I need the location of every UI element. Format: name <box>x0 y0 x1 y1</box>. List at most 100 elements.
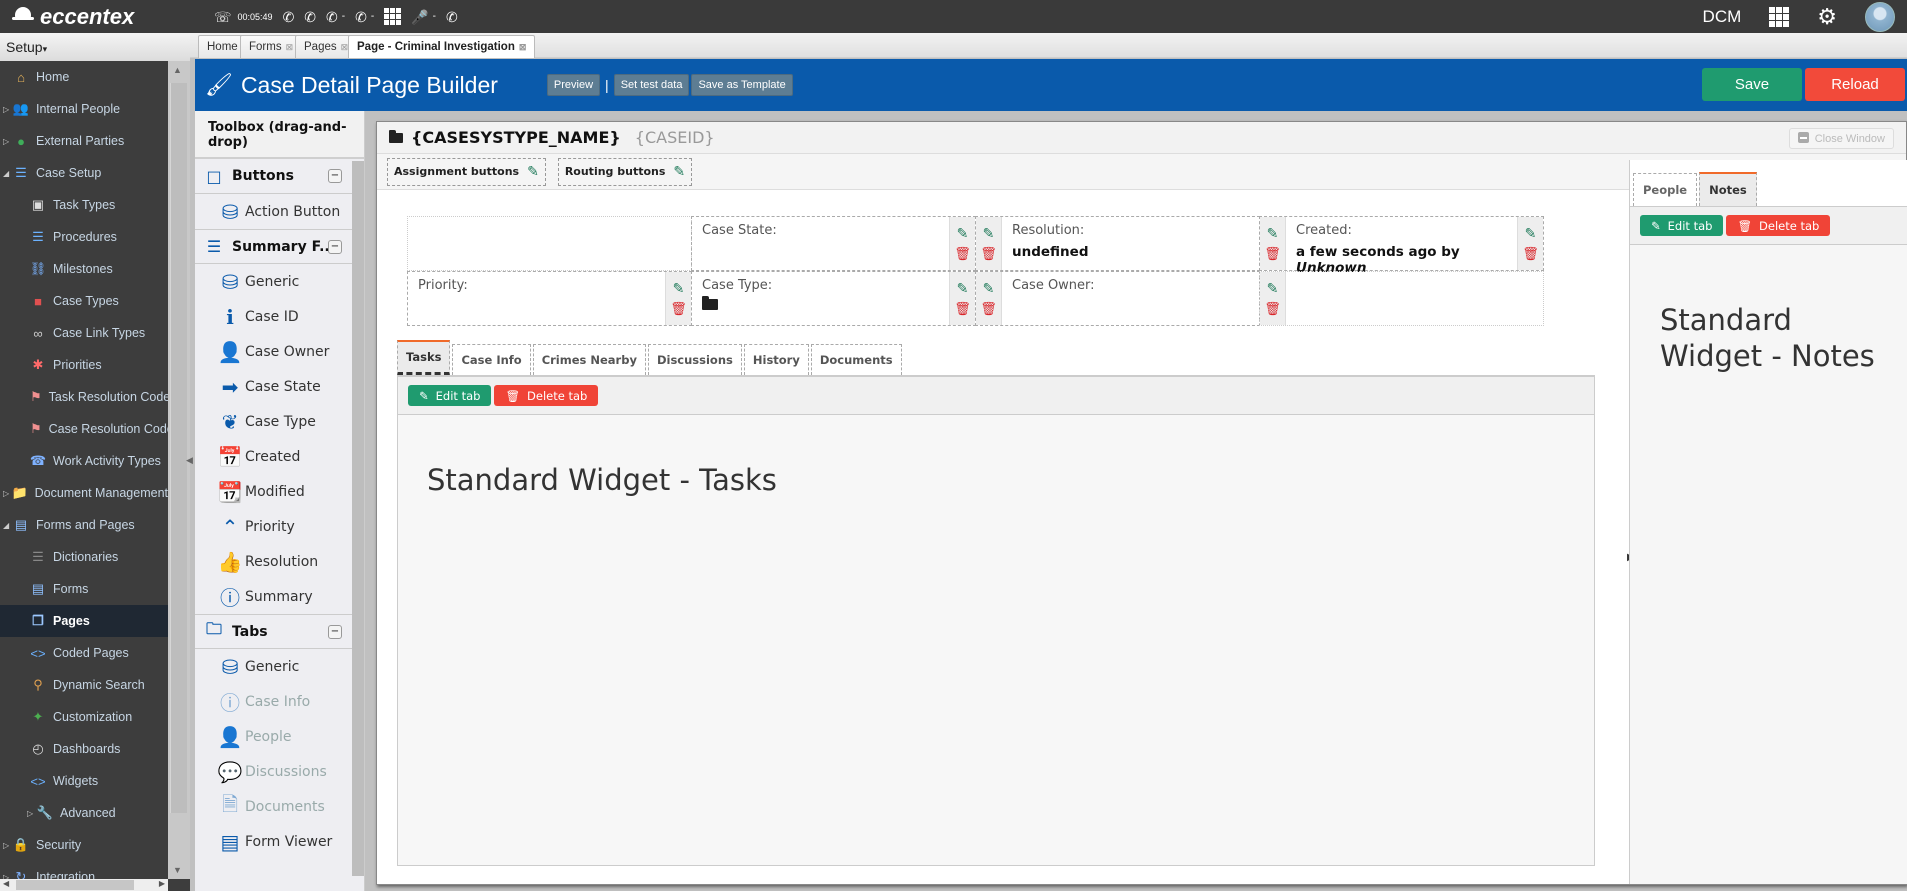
trash-icon[interactable]: 🗑 <box>954 247 971 262</box>
expand-arrow-icon[interactable]: ▷ <box>3 105 13 114</box>
collapse-arrow-icon[interactable]: ◢ <box>3 521 13 530</box>
close-icon[interactable]: ⊠ <box>519 42 527 52</box>
nav-item-dictionaries[interactable]: ☰ Dictionaries <box>0 541 168 573</box>
toolbox-item-form-viewer[interactable]: ▤ Form Viewer <box>195 824 364 859</box>
expand-arrow-icon[interactable]: ▷ <box>3 489 12 498</box>
nav-item-case-types[interactable]: ■ Case Types <box>0 285 168 317</box>
summary-field-case-owner[interactable]: Case Owner: ✎ 🗑 <box>975 271 1260 326</box>
trash-icon[interactable]: 🗑 <box>980 302 997 317</box>
pencil-icon[interactable]: ✎ <box>1267 281 1279 297</box>
nav-item-document-management[interactable]: ▷ 📁 Document Management <box>0 477 168 509</box>
nav-item-coded-pages[interactable]: <> Coded Pages <box>0 637 168 669</box>
summary-field-created[interactable]: Created: a few seconds ago by Unknown ✎ 🗑 ✎ 🗑 <box>1259 216 1544 276</box>
content-tab-history[interactable]: History <box>743 344 809 375</box>
trash-icon[interactable]: 🗑 <box>954 302 971 317</box>
set-test-data-button[interactable]: Set test data <box>613 74 690 96</box>
setup-menu[interactable]: Setup▾ <box>0 33 190 61</box>
routing-buttons-placeholder[interactable]: Routing buttons ✎ <box>557 157 693 186</box>
phone-icon[interactable]: ☏ <box>214 10 232 24</box>
summary-field-resolution[interactable]: Resolution: undefined ✎ 🗑 <box>975 216 1260 271</box>
expand-arrow-icon[interactable]: ▷ <box>3 841 13 850</box>
tab-forms[interactable]: Forms ⊠ <box>240 35 303 58</box>
assignment-buttons-placeholder[interactable]: Assignment buttons ✎ <box>387 157 546 186</box>
summary-field-case-state[interactable]: Case State: ✎ 🗑 <box>691 216 976 271</box>
user-label[interactable]: DCM <box>1703 7 1742 27</box>
toolbox-item-case-owner[interactable]: 👤 Case Owner <box>195 334 364 369</box>
nav-item-forms-and-pages[interactable]: ◢ ▤ Forms and Pages <box>0 509 168 541</box>
toolbox-item-summary[interactable]: ⓘ Summary <box>195 579 364 614</box>
forward-dropdown-icon[interactable]: - <box>371 11 374 22</box>
phone-hangup-icon[interactable]: ✆ <box>283 10 295 24</box>
nav-item-pages[interactable]: ❐ Pages <box>0 605 168 637</box>
collapse-section-icon[interactable]: − <box>328 169 342 183</box>
tab-notes[interactable]: Notes <box>1699 172 1757 206</box>
phone-info-icon[interactable]: ✆ <box>446 10 458 24</box>
nav-item-customization[interactable]: ✦ Customization <box>0 701 168 733</box>
collapse-arrow-icon[interactable]: ◢ <box>3 169 13 178</box>
toolbox-item-generic[interactable]: ⛁ Generic <box>195 649 364 684</box>
phone-hold-icon[interactable]: ✆ <box>304 10 316 24</box>
expand-arrow-icon[interactable]: ▷ <box>3 137 13 146</box>
toolbox-section-menu[interactable]: ☰ Summary F... − <box>195 229 364 264</box>
empty-drop-zone[interactable] <box>407 216 692 271</box>
nav-item-security[interactable]: ▷ 🔒 Security <box>0 829 168 861</box>
microphone-dropdown-icon[interactable]: - <box>433 11 436 22</box>
summary-field-priority[interactable]: Priority: ✎ 🗑 <box>407 271 692 326</box>
content-tab-tasks[interactable]: Tasks <box>397 340 451 375</box>
empty-drop-zone[interactable]: ✎ 🗑 <box>1259 271 1544 326</box>
toolbox-item-modified[interactable]: 📆 Modified <box>195 474 364 509</box>
preview-button[interactable]: Preview <box>546 74 601 96</box>
toolbox-item-case-type[interactable]: ❦ Case Type <box>195 404 364 439</box>
gear-icon[interactable]: ⚙ <box>1817 4 1837 30</box>
trash-icon[interactable]: 🗑 <box>1264 247 1281 262</box>
edit-tab-button[interactable]: ✎ Edit tab <box>1640 215 1724 236</box>
pencil-icon[interactable]: ✎ <box>673 281 685 297</box>
content-tab-discussions[interactable]: Discussions <box>647 344 742 375</box>
nav-item-procedures[interactable]: ☰ Procedures <box>0 221 168 253</box>
nav-item-case-link-types[interactable]: ∞ Case Link Types <box>0 317 168 349</box>
content-tab-case-info[interactable]: Case Info <box>452 344 531 375</box>
scroll-up-icon[interactable]: ▲ <box>173 65 182 75</box>
toolbox-item-priority[interactable]: ⌃ Priority <box>195 509 364 544</box>
transfer-dropdown-icon[interactable]: - <box>342 11 345 22</box>
close-window-button[interactable]: Close Window <box>1788 128 1894 149</box>
toolbox-item-action-button[interactable]: ⛁ Action Button <box>195 194 364 229</box>
pencil-icon[interactable]: ✎ <box>957 226 969 242</box>
hscroll-thumb[interactable] <box>16 880 134 890</box>
phone-transfer-icon[interactable]: ✆ <box>326 10 338 24</box>
content-tab-documents[interactable]: Documents <box>810 344 902 375</box>
scroll-thumb[interactable] <box>170 83 187 813</box>
microphone-icon[interactable]: 🎤 <box>411 10 428 24</box>
nav-item-forms[interactable]: ▤ Forms <box>0 573 168 605</box>
scroll-down-icon[interactable]: ▼ <box>173 865 182 875</box>
expand-arrow-icon[interactable]: ▷ <box>27 809 37 818</box>
nav-item-case-setup[interactable]: ◢ ☰ Case Setup <box>0 157 168 189</box>
nav-item-internal-people[interactable]: ▷ 👥 Internal People <box>0 93 168 125</box>
scroll-right-icon[interactable]: ▶ <box>159 879 165 888</box>
toolbox-item-resolution[interactable]: 👍 Resolution <box>195 544 364 579</box>
pencil-icon[interactable]: ✎ <box>957 281 969 297</box>
tab-people[interactable]: People <box>1633 173 1698 206</box>
toolbox-item-generic[interactable]: ⛁ Generic <box>195 264 364 299</box>
reload-button[interactable]: Reload <box>1805 68 1905 101</box>
scroll-left-icon[interactable]: ◀ <box>3 879 9 888</box>
nav-horizontal-scrollbar[interactable]: ◀ ▶ <box>0 879 168 891</box>
dialpad-icon[interactable] <box>384 8 402 25</box>
summary-field-case-type[interactable]: Case Type: ✎ 🗑 <box>691 271 976 326</box>
nav-item-external-parties[interactable]: ▷ ● External Parties <box>0 125 168 157</box>
trash-icon[interactable]: 🗑 <box>980 247 997 262</box>
pencil-icon[interactable]: ✎ <box>673 164 685 180</box>
nav-item-advanced[interactable]: ▷ 🔧 Advanced <box>0 797 168 829</box>
toolbox-section-folder[interactable]: 🗀 Tabs − <box>195 614 364 649</box>
toolbox-section-square[interactable]: □ Buttons − <box>195 159 364 194</box>
collapse-section-icon[interactable]: − <box>328 240 342 254</box>
phone-forward-icon[interactable]: ✆ <box>355 10 367 24</box>
pencil-icon[interactable]: ✎ <box>983 226 995 242</box>
pencil-icon[interactable]: ✎ <box>527 164 539 180</box>
nav-item-milestones[interactable]: ⛓ Milestones <box>0 253 168 285</box>
close-icon[interactable]: ⊠ <box>286 42 294 52</box>
avatar[interactable] <box>1865 1 1895 32</box>
nav-item-priorities[interactable]: ✱ Priorities <box>0 349 168 381</box>
nav-item-home[interactable]: ⌂ Home <box>0 61 168 93</box>
tab-page-criminal-investigation[interactable]: Page - Criminal Investigation ⊠ <box>348 35 536 58</box>
